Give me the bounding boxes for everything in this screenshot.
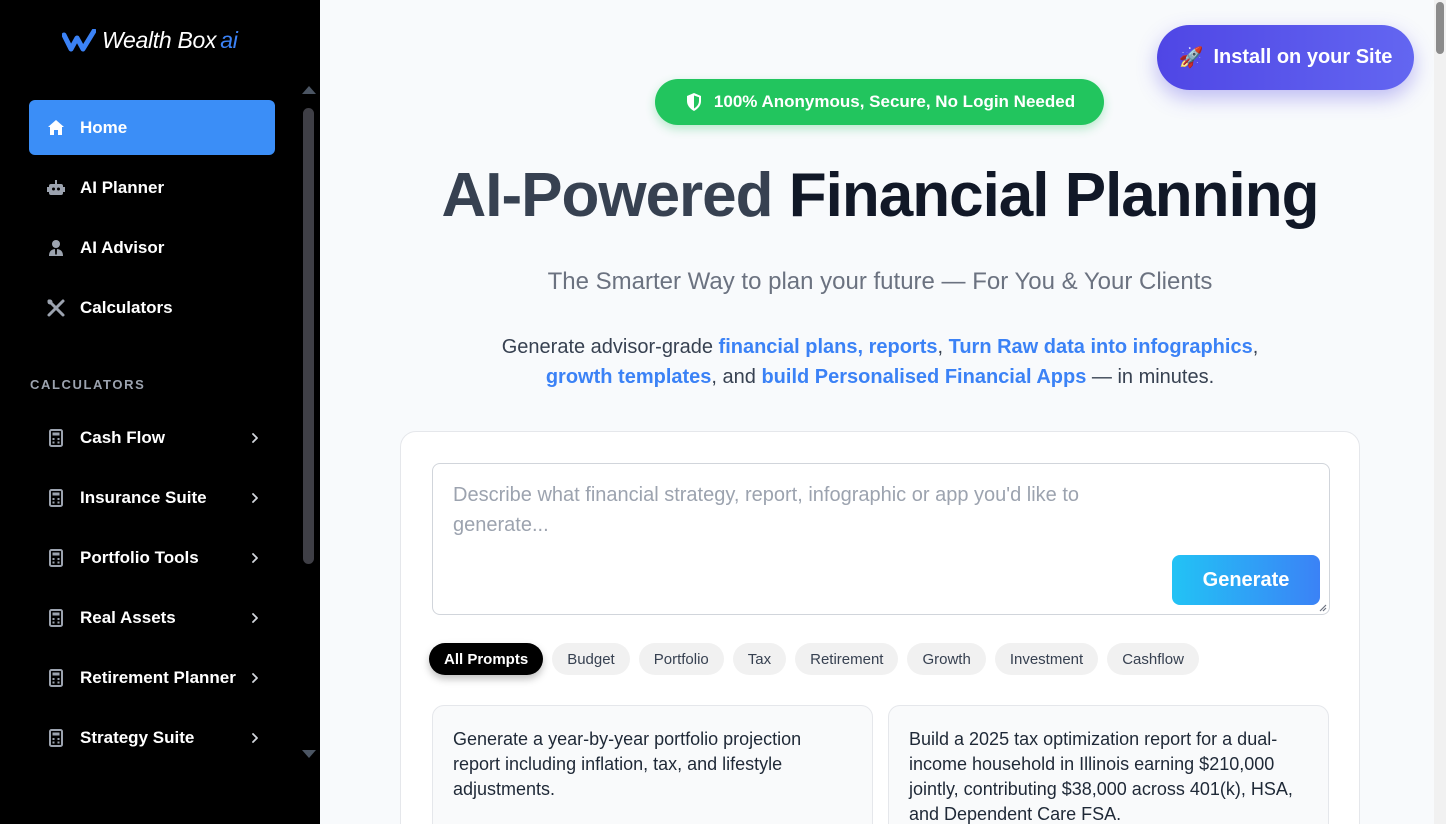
generate-button[interactable]: Generate (1172, 555, 1320, 605)
chip-budget[interactable]: Budget (552, 643, 630, 675)
chevron-right-icon (252, 732, 258, 743)
nav-ai-advisor[interactable]: AI Advisor (29, 220, 275, 275)
page-title: AI-Powered Financial Planning (441, 161, 1319, 230)
chip-all-prompts[interactable]: All Prompts (429, 643, 544, 675)
page-scroll-thumb[interactable] (1436, 2, 1444, 54)
scroll-down-arrow-icon[interactable] (302, 750, 316, 758)
nav-ai-advisor-label: AI Advisor (80, 237, 165, 257)
sidebar-item-portfolio-tools[interactable]: Portfolio Tools (29, 530, 275, 585)
sidebar-item-real-assets[interactable]: Real Assets (29, 590, 275, 645)
chevron-right-icon (252, 672, 258, 683)
example-prompt-card[interactable]: Build a 2025 tax optimization report for… (888, 705, 1329, 824)
sidebar-scroll-thumb[interactable] (303, 108, 314, 564)
scroll-up-arrow-icon[interactable] (302, 86, 316, 94)
install-button-label: Install on your Site (1213, 46, 1393, 68)
nav-home[interactable]: Home (29, 100, 275, 155)
sidebar-item-retirement-planner[interactable]: Retirement Planner (29, 650, 275, 705)
chip-cashflow[interactable]: Cashflow (1107, 643, 1199, 675)
chip-portfolio[interactable]: Portfolio (638, 643, 724, 675)
prompt-placeholder: Describe what financial strategy, report… (453, 484, 1079, 536)
chevron-right-icon (252, 492, 258, 503)
chip-growth[interactable]: Growth (907, 643, 986, 675)
sidebar-item-label: Retirement Planner (80, 667, 236, 687)
user-tie-icon (46, 238, 66, 258)
chip-investment[interactable]: Investment (994, 643, 1099, 675)
page-subtitle: The Smarter Way to plan your future — Fo… (547, 268, 1213, 295)
chevron-right-icon (252, 612, 258, 623)
calculator-icon (46, 608, 66, 628)
sidebar-item-label: Real Assets (80, 607, 176, 627)
brand-logo[interactable]: Wealth Box ai (62, 27, 238, 54)
nav-home-label: Home (80, 117, 128, 137)
prompt-textarea[interactable]: Describe what financial strategy, report… (432, 463, 1330, 615)
tools-icon (46, 298, 66, 318)
chevron-right-icon (252, 432, 258, 443)
prompt-category-chips: All Prompts Budget Portfolio Tax Retirem… (429, 643, 1199, 675)
nav-ai-planner[interactable]: AI Planner (29, 160, 275, 215)
shield-icon (686, 93, 701, 111)
chevron-right-icon (252, 552, 258, 563)
home-icon (46, 118, 66, 138)
robot-icon (46, 178, 66, 198)
nav-calculators-label: Calculators (80, 297, 173, 317)
sidebar: Wealth Box ai Home AI Planner AI Advisor … (0, 0, 320, 824)
example-prompt-card[interactable]: Generate a year-by-year portfolio projec… (432, 705, 873, 824)
install-on-site-button[interactable]: 🚀 Install on your Site (1157, 25, 1414, 90)
nav-calculators[interactable]: Calculators (29, 280, 275, 335)
sidebar-item-strategy-suite[interactable]: Strategy Suite (29, 710, 275, 765)
sidebar-scrollbar[interactable] (300, 86, 316, 758)
generator-card: Describe what financial strategy, report… (400, 431, 1360, 824)
sidebar-item-cash-flow[interactable]: Cash Flow (29, 410, 275, 465)
chip-tax[interactable]: Tax (732, 643, 787, 675)
nav-ai-planner-label: AI Planner (80, 177, 165, 197)
calculator-icon (46, 548, 66, 568)
section-label-calculators: CALCULATORS (30, 377, 146, 392)
logo-w-icon (62, 28, 96, 51)
sidebar-item-insurance-suite[interactable]: Insurance Suite (29, 470, 275, 525)
chip-retirement[interactable]: Retirement (795, 643, 899, 675)
sidebar-item-label: Portfolio Tools (80, 547, 199, 567)
rocket-icon: 🚀 (1178, 47, 1204, 69)
anonymous-secure-badge: 100% Anonymous, Secure, No Login Needed (655, 79, 1104, 125)
brand-name: Wealth Box ai (102, 27, 238, 53)
calculator-icon (46, 428, 66, 448)
badge-label: 100% Anonymous, Secure, No Login Needed (713, 92, 1076, 111)
calculator-icon (46, 488, 66, 508)
sidebar-item-label: Strategy Suite (80, 727, 195, 747)
calculator-icon (46, 728, 66, 748)
page-scrollbar[interactable] (1434, 0, 1446, 824)
sidebar-item-label: Insurance Suite (80, 487, 207, 507)
calculator-icon (46, 668, 66, 688)
sidebar-item-label: Cash Flow (80, 427, 166, 447)
resize-handle-icon[interactable] (1317, 602, 1327, 612)
page-description: Generate advisor-grade financial plans, … (501, 336, 1259, 388)
